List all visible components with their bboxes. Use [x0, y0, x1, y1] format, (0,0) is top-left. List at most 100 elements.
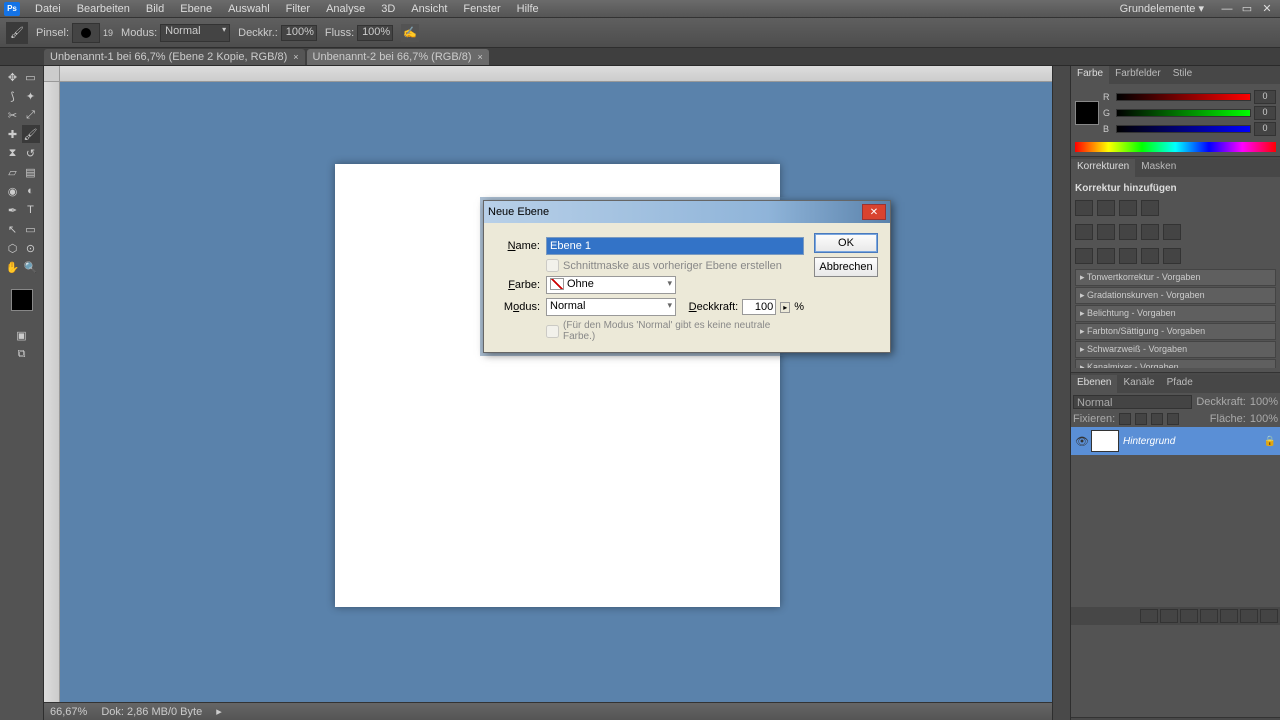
layer-thumbnail[interactable]: [1091, 430, 1119, 452]
adj-vibrance-icon[interactable]: [1075, 224, 1093, 240]
screenmode-icon[interactable]: ⧉: [13, 345, 31, 363]
menu-bearbeiten[interactable]: Bearbeiten: [70, 1, 137, 17]
layer-name[interactable]: Hintergrund: [1123, 436, 1260, 447]
menu-3d[interactable]: 3D: [374, 1, 402, 17]
move-tool[interactable]: ✥: [4, 68, 22, 86]
g-value[interactable]: 0: [1254, 106, 1276, 120]
tab-farbe[interactable]: Farbe: [1071, 66, 1109, 84]
layer-opacity-value[interactable]: 100%: [1250, 396, 1278, 408]
adj-exposure-icon[interactable]: [1141, 200, 1159, 216]
menu-analyse[interactable]: Analyse: [319, 1, 372, 17]
preset-item[interactable]: Tonwertkorrektur - Vorgaben: [1075, 269, 1276, 286]
pen-tool[interactable]: ✒: [4, 201, 22, 219]
airbrush-icon[interactable]: ✍: [401, 24, 419, 42]
adj-hue-icon[interactable]: [1097, 224, 1115, 240]
eraser-tool[interactable]: ▱: [4, 163, 22, 181]
doc-tab-2[interactable]: Unbenannt-2 bei 66,7% (RGB/8) ×: [307, 49, 489, 65]
trash-icon[interactable]: [1260, 609, 1278, 623]
link-layers-icon[interactable]: [1140, 609, 1158, 623]
mode-dropdown[interactable]: Normal: [546, 298, 676, 316]
preset-item[interactable]: Belichtung - Vorgaben: [1075, 305, 1276, 322]
document-viewport[interactable]: ⤡: [60, 82, 1052, 702]
tab-ebenen[interactable]: Ebenen: [1071, 375, 1117, 393]
hand-tool[interactable]: ✋: [4, 258, 22, 276]
menu-auswahl[interactable]: Auswahl: [221, 1, 277, 17]
status-arrow-icon[interactable]: ▸: [216, 705, 222, 718]
close-icon[interactable]: ✕: [1258, 2, 1276, 15]
menu-datei[interactable]: Datei: [28, 1, 68, 17]
g-slider[interactable]: [1116, 109, 1251, 117]
crop-tool[interactable]: ✂: [4, 106, 22, 124]
3d-camera-tool[interactable]: ⊙: [22, 239, 40, 257]
adj-bw-icon[interactable]: [1119, 224, 1137, 240]
adj-photo-icon[interactable]: [1141, 224, 1159, 240]
color-dropdown[interactable]: Ohne: [546, 276, 676, 294]
r-value[interactable]: 0: [1254, 90, 1276, 104]
lasso-tool[interactable]: ⟆: [4, 87, 22, 105]
panel-fg-swatch[interactable]: [1075, 101, 1099, 125]
menu-filter[interactable]: Filter: [279, 1, 317, 17]
layer-blend-dropdown[interactable]: Normal: [1073, 395, 1192, 409]
flow-input[interactable]: 100%: [357, 25, 393, 41]
doc-tab-1[interactable]: Unbenannt-1 bei 66,7% (Ebene 2 Kopie, RG…: [44, 49, 305, 65]
dialog-close-button[interactable]: ✕: [862, 204, 886, 220]
dodge-tool[interactable]: ◐: [22, 182, 40, 200]
vertical-ruler[interactable]: [44, 82, 60, 702]
spinner-icon[interactable]: ▸: [780, 302, 790, 313]
blend-mode-dropdown[interactable]: Normal: [160, 24, 230, 42]
tab-masken[interactable]: Masken: [1135, 159, 1182, 177]
close-tab-icon[interactable]: ×: [478, 52, 483, 62]
tab-pfade[interactable]: Pfade: [1161, 375, 1199, 393]
brush-tool[interactable]: 🖌: [22, 125, 40, 143]
opacity-input[interactable]: 100%: [281, 25, 317, 41]
new-layer-icon[interactable]: [1240, 609, 1258, 623]
hue-ramp[interactable]: [1075, 142, 1276, 152]
adj-poster-icon[interactable]: [1097, 248, 1115, 264]
eyedropper-tool[interactable]: ⤢: [22, 106, 40, 124]
preset-item[interactable]: Gradationskurven - Vorgaben: [1075, 287, 1276, 304]
adj-thresh-icon[interactable]: [1119, 248, 1137, 264]
quickmask-icon[interactable]: ▣: [13, 326, 31, 344]
adj-curves-icon[interactable]: [1119, 200, 1137, 216]
heal-tool[interactable]: ✚: [4, 125, 22, 143]
preset-item[interactable]: Farbton/Sättigung - Vorgaben: [1075, 323, 1276, 340]
path-tool[interactable]: ↖: [4, 220, 22, 238]
adj-layer-icon[interactable]: [1200, 609, 1218, 623]
layer-mask-icon[interactable]: [1180, 609, 1198, 623]
tab-farbfelder[interactable]: Farbfelder: [1109, 66, 1167, 84]
gradient-tool[interactable]: ▤: [22, 163, 40, 181]
adj-invert-icon[interactable]: [1075, 248, 1093, 264]
lock-pixels-icon[interactable]: [1135, 413, 1147, 425]
cancel-button[interactable]: Abbrechen: [814, 257, 878, 277]
menu-hilfe[interactable]: Hilfe: [510, 1, 546, 17]
lock-all-icon[interactable]: [1167, 413, 1179, 425]
ok-button[interactable]: OK: [814, 233, 878, 253]
minimize-icon[interactable]: —: [1218, 3, 1236, 15]
ruler-origin[interactable]: [44, 66, 60, 82]
tab-korrekturen[interactable]: Korrekturen: [1071, 159, 1135, 177]
blur-tool[interactable]: ◉: [4, 182, 22, 200]
zoom-level[interactable]: 66,67%: [50, 706, 87, 718]
current-tool-icon[interactable]: 🖌: [6, 22, 28, 44]
brush-preset-picker[interactable]: [72, 23, 100, 43]
layer-name-input[interactable]: Ebene 1: [546, 237, 804, 255]
adj-selcolor-icon[interactable]: [1163, 248, 1181, 264]
visibility-icon[interactable]: 👁: [1075, 435, 1087, 447]
wand-tool[interactable]: ✦: [22, 87, 40, 105]
workspace-switcher[interactable]: Grundelemente ▾: [1112, 0, 1212, 17]
layer-fx-icon[interactable]: [1160, 609, 1178, 623]
b-value[interactable]: 0: [1254, 122, 1276, 136]
3d-tool[interactable]: ⬡: [4, 239, 22, 257]
r-slider[interactable]: [1116, 93, 1251, 101]
tab-stile[interactable]: Stile: [1167, 66, 1198, 84]
dialog-titlebar[interactable]: Neue Ebene ✕: [484, 201, 890, 223]
layer-row[interactable]: 👁 Hintergrund 🔒: [1071, 427, 1280, 455]
adj-gradmap-icon[interactable]: [1141, 248, 1159, 264]
collapsed-dock[interactable]: [1052, 66, 1070, 720]
adj-mixer-icon[interactable]: [1163, 224, 1181, 240]
marquee-tool[interactable]: ▭: [22, 68, 40, 86]
zoom-tool[interactable]: 🔍: [22, 258, 40, 276]
foreground-color-swatch[interactable]: [11, 289, 33, 311]
menu-bild[interactable]: Bild: [139, 1, 171, 17]
lock-pos-icon[interactable]: [1151, 413, 1163, 425]
